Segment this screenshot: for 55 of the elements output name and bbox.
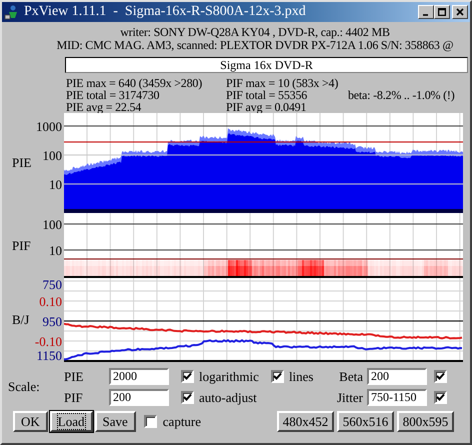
field-label: PIF: [63, 390, 84, 406]
pif-stat: PIF avg = 0.0491: [226, 101, 308, 113]
action-button[interactable]: Load: [50, 411, 92, 432]
checkbox[interactable]: [181, 391, 194, 404]
axis-tick-label: 10: [49, 178, 62, 191]
checkbox[interactable]: [181, 370, 194, 383]
axis-tick-label: 1150: [36, 349, 62, 362]
axis-tick-label: 750: [42, 278, 62, 291]
checkbox-label: capture: [162, 414, 202, 430]
pie-stat: PIE total = 3174730: [66, 89, 160, 101]
axis-tick-label: 100: [42, 149, 62, 162]
checkbox[interactable]: [270, 370, 284, 383]
scale-input[interactable]: 2000: [109, 368, 169, 385]
size-button[interactable]: 560x516: [337, 411, 394, 432]
pif-stat: PIF max = 10 (583x >4): [226, 77, 340, 89]
app-icon: [4, 4, 20, 20]
scale-input[interactable]: 750-1150: [367, 389, 427, 406]
checkbox-label: auto-adjust: [199, 390, 257, 406]
checkbox[interactable]: [434, 370, 447, 383]
axis-tick-label: 10: [49, 244, 62, 257]
action-button[interactable]: Save: [94, 411, 136, 432]
maximize-button[interactable]: [434, 5, 450, 19]
scale-input[interactable]: 200: [367, 368, 427, 385]
disc-info-line: MID: CMC MAG. AM3, scanned: PLEXTOR DVDR PX-712A 1.06 S/N: 358863 @: [56, 39, 454, 52]
axis-tick-label: 100: [42, 218, 62, 231]
axis-tick-label: 0.10: [39, 295, 62, 308]
axis-tick-label: 1000: [36, 120, 62, 133]
pie-stat: PIE avg = 22.54: [66, 101, 142, 113]
minimize-button[interactable]: [418, 5, 434, 19]
disc-label-field[interactable]: Sigma 16x DVD-R: [65, 57, 468, 73]
scale-input[interactable]: 200: [109, 389, 169, 406]
checkbox[interactable]: [144, 415, 157, 428]
field-label: Jitter: [337, 390, 363, 406]
action-button[interactable]: OK: [13, 411, 48, 432]
size-button[interactable]: 480x452: [277, 411, 334, 432]
pie-stat: PIE max = 640 (3459x >280): [66, 77, 203, 89]
disc-info-line: writer: SONY DW-Q28A KY04 , DVD-R, cap.: 4402 MB: [119, 26, 391, 39]
axis-tick-label: -0.10: [34, 335, 62, 348]
field-label: Beta: [339, 368, 363, 384]
checkbox[interactable]: [434, 391, 447, 404]
maximize-icon: [438, 8, 446, 16]
axis-label: PIF: [12, 238, 31, 254]
field-label: PIE: [63, 368, 84, 384]
axis-label: PIE: [12, 155, 32, 171]
scale-label: Scale:: [8, 379, 41, 395]
checkbox-label: logarithmic: [199, 368, 259, 384]
size-button[interactable]: 800x595: [397, 411, 454, 432]
axis-tick-label: 950: [42, 315, 62, 328]
beta-stat: beta: -8.2% .. -1.0% (!): [348, 89, 456, 101]
axis-label: B/J: [12, 312, 30, 328]
window-title: PxView 1.11.1 - Sigma-16x-R-S800A-12x-3.pxd: [24, 4, 307, 20]
pif-stat: PIF total = 55356: [226, 89, 308, 101]
close-button[interactable]: [452, 5, 468, 19]
checkbox-label: lines: [288, 368, 314, 384]
close-icon: [456, 8, 464, 16]
